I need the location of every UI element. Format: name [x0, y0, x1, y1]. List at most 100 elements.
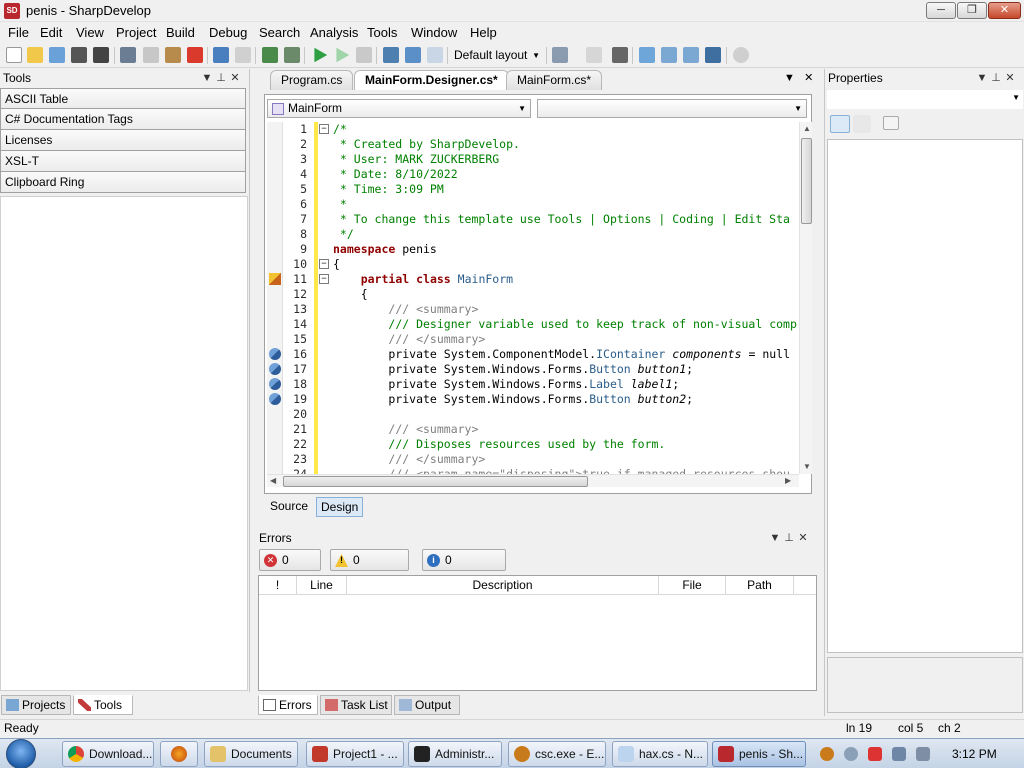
code-line[interactable]: 5 * Time: 3:09 PM [267, 182, 799, 197]
column-file[interactable]: File [659, 576, 726, 595]
taskbar-admin-cmd[interactable]: Administr... [408, 741, 502, 767]
horizontal-scroll-thumb[interactable] [283, 476, 588, 487]
code-line[interactable]: 1 −/* [267, 122, 799, 137]
menu-search[interactable]: Search [259, 25, 300, 40]
close-icon[interactable]: ✕ [796, 529, 810, 548]
tab-errors[interactable]: Errors [258, 695, 318, 715]
vertical-scroll-thumb[interactable] [801, 138, 812, 224]
column-description[interactable]: Description [347, 576, 659, 595]
open-folder-icon[interactable] [27, 47, 43, 63]
paste-icon[interactable] [165, 47, 181, 63]
step-out-icon[interactable] [427, 47, 443, 63]
code-line[interactable]: 8 */ [267, 227, 799, 242]
step-over-icon[interactable] [383, 47, 399, 63]
toggle-bookmark-icon[interactable] [639, 47, 655, 63]
scroll-right-icon[interactable]: ▶ [785, 476, 791, 485]
volume-icon[interactable] [916, 747, 930, 761]
properties-object-combo[interactable]: ▼ [827, 90, 1023, 109]
class-marker-icon[interactable] [269, 273, 281, 285]
menu-window[interactable]: Window [411, 25, 457, 40]
property-pages-icon[interactable] [883, 116, 899, 130]
code-line[interactable]: 6 * [267, 197, 799, 212]
warnings-filter-button[interactable]: ! 0 Warnings [330, 549, 410, 587]
undo-icon[interactable] [213, 47, 229, 63]
menu-build[interactable]: Build [166, 25, 195, 40]
uncomment-region-icon[interactable] [586, 47, 602, 63]
tab-source[interactable]: Source [266, 497, 312, 517]
alphabetical-sort-icon[interactable] [853, 115, 871, 133]
next-bookmark-icon[interactable] [683, 47, 699, 63]
new-project-icon[interactable] [49, 47, 65, 63]
previous-bookmark-icon[interactable] [661, 47, 677, 63]
tray-app-icon[interactable] [844, 747, 858, 761]
scroll-down-icon[interactable]: ▼ [803, 462, 811, 471]
run-without-debugger-icon[interactable] [336, 47, 350, 63]
code-line[interactable]: 11 − partial class MainForm [267, 272, 799, 287]
code-line[interactable]: 19 private System.Windows.Forms.Button b… [267, 392, 799, 407]
tool-category-xslt[interactable]: XSL-T [0, 151, 246, 172]
close-document-icon[interactable]: ✕ [804, 72, 813, 84]
tool-category-clipboard-ring[interactable]: Clipboard Ring [0, 172, 246, 193]
property-grid[interactable] [827, 139, 1023, 653]
tab-mainform-designer-cs[interactable]: MainForm.Designer.cs* [354, 70, 509, 90]
field-marker-icon[interactable] [269, 363, 281, 375]
save-all-icon[interactable] [93, 47, 109, 63]
menu-tools[interactable]: Tools [367, 25, 397, 40]
close-icon[interactable]: ✕ [1003, 69, 1017, 88]
taskbar-chrome-downloads[interactable]: Download... [62, 741, 154, 767]
code-line[interactable]: 20 [267, 407, 799, 422]
tab-projects[interactable]: Projects [1, 695, 71, 715]
taskbar-project1[interactable]: Project1 - ... [306, 741, 404, 767]
tool-category-licenses[interactable]: Licenses [0, 130, 246, 151]
code-editor[interactable]: MainForm ▼ ▼ 1−/* 2 * Created by SharpDev… [264, 94, 812, 494]
comment-region-icon[interactable] [552, 47, 568, 63]
menu-view[interactable]: View [76, 25, 104, 40]
new-file-icon[interactable] [6, 47, 22, 63]
taskbar-documents[interactable]: Documents [204, 741, 298, 767]
panel-dropdown-icon[interactable]: ▼ [768, 529, 782, 548]
menu-help[interactable]: Help [470, 25, 497, 40]
start-button[interactable] [6, 739, 36, 768]
tab-design[interactable]: Design [316, 497, 364, 517]
step-into-icon[interactable] [405, 47, 421, 63]
vertical-scrollbar[interactable]: ▲ ▼ [799, 122, 812, 474]
build-icon[interactable] [262, 47, 278, 63]
action-center-icon[interactable] [868, 747, 882, 761]
redo-icon[interactable] [235, 47, 251, 63]
horizontal-scrollbar[interactable]: ◀ ▶ [267, 474, 799, 487]
code-line[interactable]: 16 private System.ComponentModel.IContai… [267, 347, 799, 362]
taskbar-firefox[interactable] [160, 741, 198, 767]
tray-search-icon[interactable] [820, 747, 834, 761]
errors-filter-button[interactable]: ✕ 0 Errors [259, 549, 321, 587]
code-line[interactable]: 18 private System.Windows.Forms.Label la… [267, 377, 799, 392]
categorized-icon[interactable] [830, 115, 850, 133]
taskbar-notepad-hax[interactable]: hax.cs - N... [612, 741, 708, 767]
panel-dropdown-icon[interactable]: ▼ [975, 69, 989, 88]
field-marker-icon[interactable] [269, 393, 281, 405]
close-icon[interactable]: ✕ [228, 69, 242, 88]
code-line[interactable]: 15 /// </summary> [267, 332, 799, 347]
tab-program-cs[interactable]: Program.cs [270, 70, 354, 90]
code-line[interactable]: 24 /// <param name="disposing">true if m… [267, 467, 799, 474]
field-marker-icon[interactable] [269, 378, 281, 390]
minimize-button[interactable]: ─ [926, 2, 956, 19]
column-path[interactable]: Path [726, 576, 794, 595]
copy-icon[interactable] [143, 47, 159, 63]
column-line[interactable]: Line [297, 576, 347, 595]
messages-filter-button[interactable]: i 0 Messages [422, 549, 506, 587]
clear-bookmarks-icon[interactable] [705, 47, 721, 63]
field-marker-icon[interactable] [269, 348, 281, 360]
close-window-button[interactable]: ✕ [988, 2, 1021, 19]
code-line[interactable]: 21 /// <summary> [267, 422, 799, 437]
code-line[interactable]: 23 /// </summary> [267, 452, 799, 467]
menu-project[interactable]: Project [116, 25, 156, 40]
stop-icon[interactable] [356, 47, 372, 63]
pin-icon[interactable]: ⊥ [782, 529, 796, 548]
menu-file[interactable]: File [8, 25, 29, 40]
save-icon[interactable] [71, 47, 87, 63]
column-severity[interactable]: ! [259, 576, 297, 595]
member-combo[interactable]: ▼ [537, 99, 807, 118]
cut-icon[interactable] [120, 47, 136, 63]
delete-icon[interactable] [187, 47, 203, 63]
code-line[interactable]: 22 /// Disposes resources used by the fo… [267, 437, 799, 452]
